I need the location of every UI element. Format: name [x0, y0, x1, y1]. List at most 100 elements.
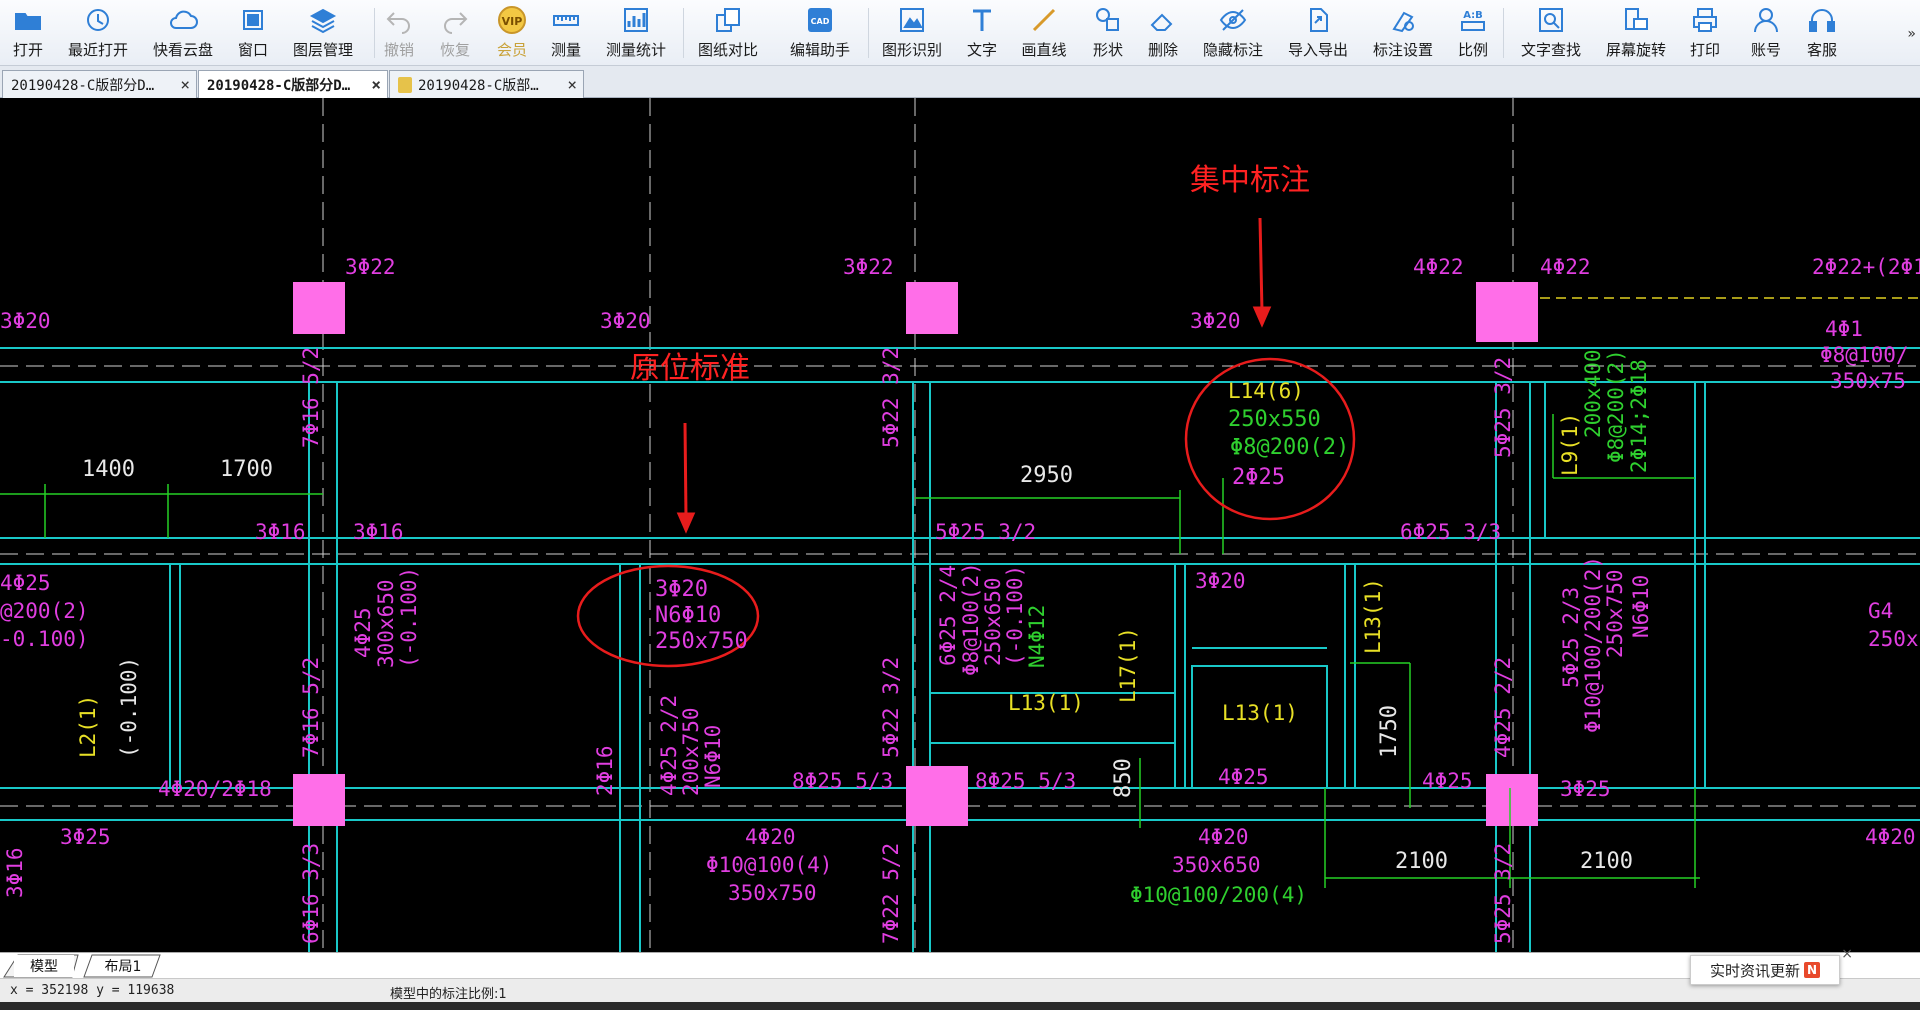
- tab-document-3[interactable]: 20190428-C版部… ×: [389, 70, 584, 98]
- folder-open-icon: [13, 4, 43, 36]
- rebar-label: L13(1): [1361, 578, 1385, 654]
- shape-recognize-icon: [897, 4, 927, 36]
- toolbar-button-rotate-screen[interactable]: 屏幕旋转: [1600, 4, 1672, 62]
- hide-eye-icon: [1218, 4, 1248, 36]
- green-beam-labels: N4Φ12 200x400 Φ8@200(2) 2Φ14;2Φ18: [1025, 349, 1651, 668]
- rebar-label: (-0.100): [1003, 565, 1027, 666]
- toolbar-button-label: 文字查找: [1520, 41, 1581, 59]
- toolbar-more-icon[interactable]: »: [1907, 26, 1916, 42]
- toolbar-separator: [683, 8, 684, 58]
- rebar-label: 3Φ20: [655, 577, 708, 602]
- close-icon[interactable]: ×: [180, 75, 190, 94]
- toolbar-button-compare[interactable]: 图纸对比: [692, 4, 764, 62]
- toolbar-button-label: 快看云盘: [152, 41, 213, 59]
- rebar-label: Φ10@100(4): [706, 853, 832, 877]
- news-popup[interactable]: 实时资讯更新 N ×: [1690, 946, 1853, 985]
- toolbar-button-text-search[interactable]: 文字查找: [1515, 4, 1587, 62]
- rebar-label: 3Φ22: [843, 255, 894, 279]
- toolbar-button-line[interactable]: 画直线: [1008, 4, 1080, 62]
- toolbar-button-cad-edit[interactable]: CAD 编辑助手: [784, 4, 856, 62]
- toolbar-button-annotation-settings[interactable]: 标注设置: [1367, 4, 1439, 62]
- toolbar-button-measure-stats[interactable]: 测量统计: [600, 4, 672, 62]
- rebar-label: 250x650: [981, 577, 1005, 666]
- toolbar-button-eraser[interactable]: 删除: [1127, 4, 1199, 62]
- rebar-label: L13(1): [1222, 701, 1298, 725]
- rebar-label: L9(1): [1558, 413, 1582, 476]
- toolbar-button-layers[interactable]: 图层管理: [287, 4, 359, 62]
- headset-icon: [1807, 4, 1837, 36]
- rebar-label: N6Φ10: [1629, 575, 1653, 638]
- rebar-label: 200x400: [1581, 349, 1605, 438]
- close-icon[interactable]: ×: [371, 75, 381, 94]
- toolbar-button-label: 恢复: [439, 41, 470, 59]
- tab-document-2[interactable]: 20190428-C版部分D… ×: [198, 70, 388, 98]
- dimension-label: 1750: [1377, 705, 1402, 758]
- window-icon: [238, 4, 268, 36]
- toolbar-button-ruler[interactable]: 测量: [530, 4, 602, 62]
- toolbar-separator: [868, 8, 869, 58]
- toolbar-button-folder-open[interactable]: 打开: [0, 4, 64, 62]
- close-icon[interactable]: ×: [1841, 946, 1853, 962]
- ruler-icon: [551, 4, 581, 36]
- layout-tab-model[interactable]: 模型: [14, 955, 74, 977]
- toolbar-button-import-export[interactable]: 导入导出: [1282, 4, 1354, 62]
- toolbar-button-window[interactable]: 窗口: [217, 4, 289, 62]
- text-search-icon: [1536, 4, 1566, 36]
- compare-icon: [713, 4, 743, 36]
- annotation-scale-readout: 模型中的标注比例:1: [390, 987, 507, 1002]
- rotate-screen-icon: [1621, 4, 1651, 36]
- rebar-label: 250x550: [1228, 407, 1321, 432]
- rebar-label: 3Φ16: [255, 520, 306, 544]
- toolbar-button-headset[interactable]: 客服: [1786, 4, 1858, 62]
- toolbar-button-label: 窗口: [237, 41, 268, 59]
- dimension-label: 1400: [82, 457, 135, 482]
- rebar-label: 4Φ25 2/2: [1491, 657, 1515, 758]
- toolbar-button-label: 画直线: [1021, 41, 1067, 59]
- rebar-label: 4Φ25 2/2: [657, 695, 681, 796]
- layout-tab-layout1[interactable]: 布局1: [92, 955, 154, 977]
- rebar-label: L14(6): [1228, 379, 1304, 403]
- rebar-label: L13(1): [1008, 691, 1084, 715]
- close-icon[interactable]: ×: [567, 75, 577, 94]
- rebar-label: 6Φ25 3/3: [1400, 520, 1501, 544]
- toolbar-button-history[interactable]: 最近打开: [62, 4, 134, 62]
- rebar-label: 2Φ25: [1232, 465, 1285, 490]
- toolbar-button-label: 删除: [1147, 41, 1178, 59]
- toolbar-button-hide-eye[interactable]: 隐藏标注: [1197, 4, 1269, 62]
- text-icon: [967, 4, 997, 36]
- coordinate-readout: x = 352198 y = 119638: [10, 983, 175, 998]
- rebar-label: @200(2): [0, 599, 89, 623]
- rebar-label: 6Φ16 3/3: [299, 843, 323, 944]
- tab-document-1[interactable]: 20190428-C版部分D… ×: [2, 70, 197, 98]
- rebar-label: 4Φ20: [1865, 825, 1916, 849]
- toolbar-button-label: 比例: [1457, 41, 1488, 59]
- drawing-canvas[interactable]: 集中标注 原位标准 3Φ22 3Φ22 4Φ22 4Φ22 2Φ22+(2Φ1 …: [0, 98, 1920, 952]
- in-situ-annotation-title: 原位标准: [630, 351, 750, 386]
- rebar-label: 8Φ25 5/3: [792, 769, 893, 793]
- toolbar-button-cloud[interactable]: 快看云盘: [147, 4, 219, 62]
- rebar-label: 200x750: [679, 707, 703, 796]
- rebar-label: 4Φ25: [1218, 765, 1269, 789]
- rebar-label: 4Φ20: [745, 825, 796, 849]
- toolbar-button-label: 隐藏标注: [1202, 41, 1263, 59]
- lock-icon: [398, 76, 412, 93]
- toolbar-button-label: 账号: [1750, 41, 1781, 59]
- eraser-icon: [1148, 4, 1178, 36]
- rebar-label: 8Φ25 5/3: [975, 769, 1076, 793]
- rebar-label: Φ10@100/200(4): [1130, 883, 1307, 907]
- shapes-icon: [1093, 4, 1123, 36]
- toolbar-button-label: 导入导出: [1287, 41, 1348, 59]
- rebar-label: 3Φ22: [345, 255, 396, 279]
- toolbar-button-shape-recognize[interactable]: 图形识别: [876, 4, 948, 62]
- rebar-label: 5Φ22 3/2: [879, 347, 903, 448]
- news-badge: N: [1804, 962, 1820, 978]
- rebar-label: 3Φ20: [0, 309, 51, 333]
- cad-drawing: 集中标注 原位标准 3Φ22 3Φ22 4Φ22 4Φ22 2Φ22+(2Φ1 …: [0, 98, 1920, 952]
- toolbar-button-scale[interactable]: A:B 比例: [1437, 4, 1509, 62]
- tab-title: 20190428-C版部分D…: [207, 77, 351, 94]
- import-export-icon: [1303, 4, 1333, 36]
- rebar-label: 4Φ20: [1198, 825, 1249, 849]
- document-tabs: 20190428-C版部分D… × 20190428-C版部分D… × 2019…: [0, 66, 1920, 98]
- measure-stats-icon: [621, 4, 651, 36]
- rebar-label: 3Φ20: [1195, 569, 1246, 593]
